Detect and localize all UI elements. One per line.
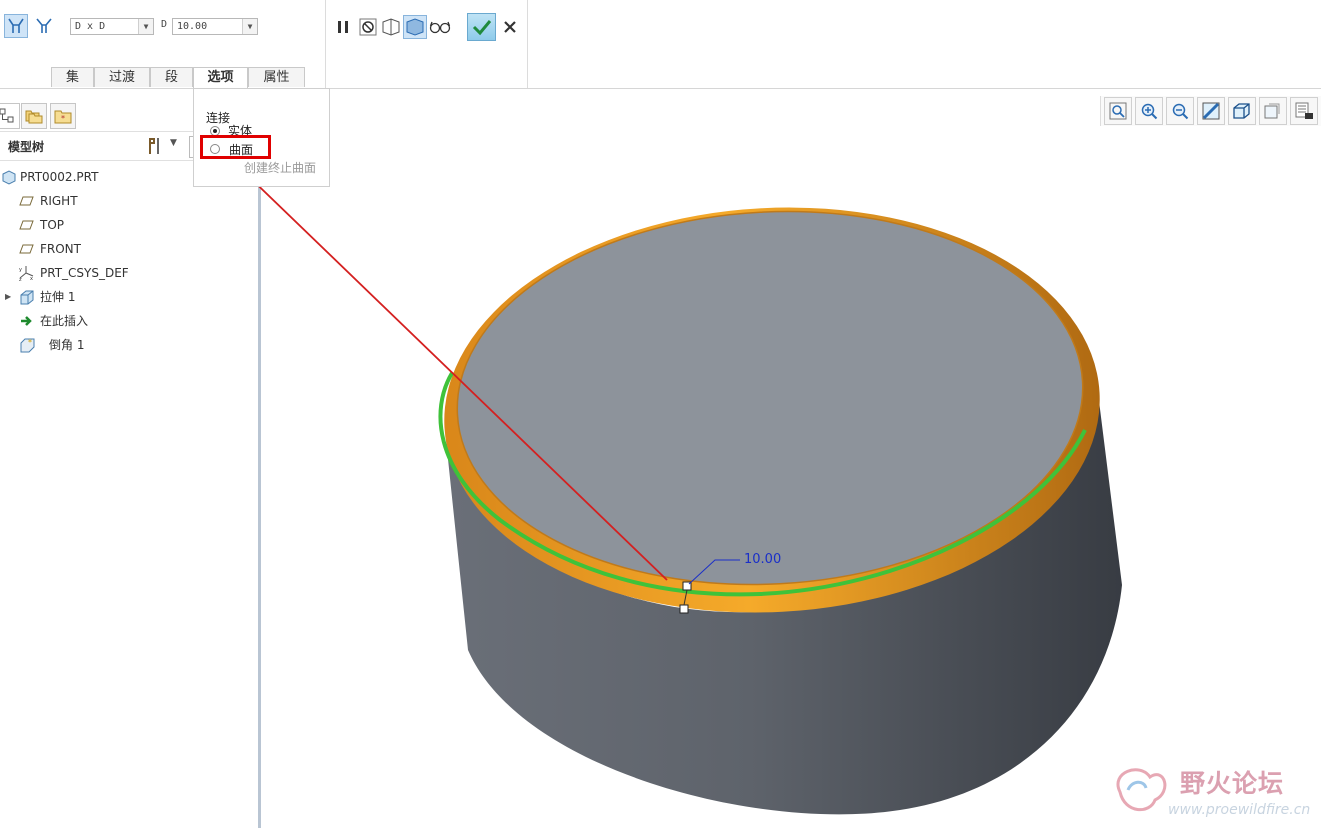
highlight-box (200, 135, 271, 159)
dimension-value[interactable]: 10.00 (744, 552, 781, 567)
forum-logo-icon (1116, 768, 1167, 811)
drag-handle[interactable] (679, 604, 689, 614)
watermark-title: 野火论坛 (1180, 769, 1285, 798)
watermark-url: www.proewildfire.cn (1168, 802, 1311, 818)
create-end-surfaces-label: 创建终止曲面 (244, 161, 317, 175)
attach-group-label: 连接 (206, 111, 231, 125)
